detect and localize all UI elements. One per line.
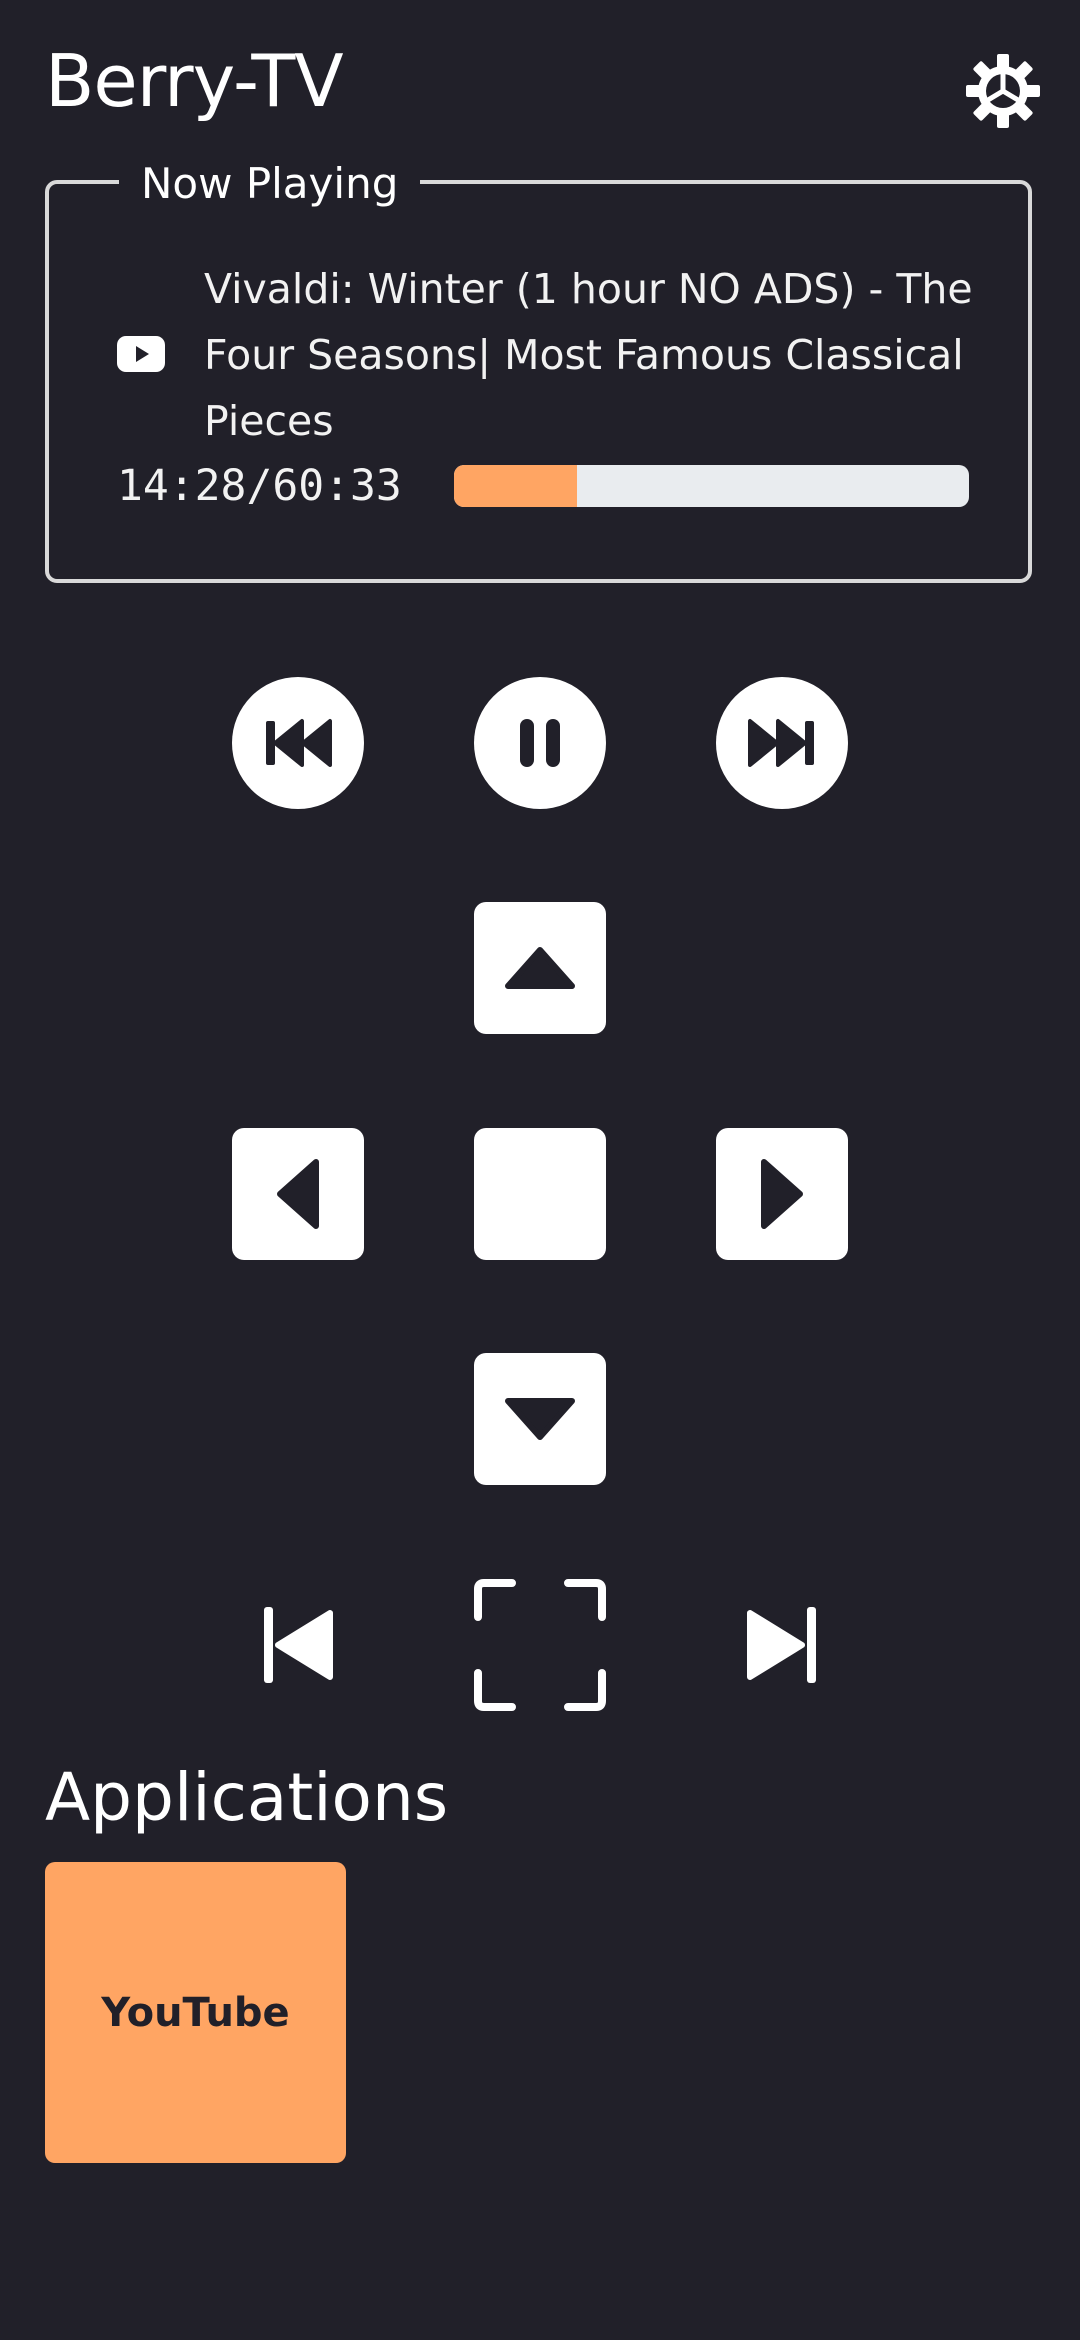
applications-heading: Applications (45, 1759, 449, 1836)
arrow-right-icon (761, 1159, 803, 1229)
left-button[interactable] (232, 1128, 364, 1260)
skip-previous-icon (264, 1607, 333, 1683)
now-playing-title: Vivaldi: Winter (1 hour NO ADS) - The Fo… (204, 265, 973, 445)
rewind-button[interactable] (232, 677, 364, 809)
skip-previous-button[interactable] (232, 1579, 364, 1711)
app-title: Berry-TV (45, 39, 344, 123)
arrow-left-icon (277, 1159, 319, 1229)
right-button[interactable] (716, 1128, 848, 1260)
skip-next-icon (747, 1607, 816, 1683)
gear-icon (966, 54, 1040, 128)
fullscreen-button[interactable] (474, 1579, 606, 1711)
pause-icon (520, 719, 560, 767)
up-button[interactable] (474, 902, 606, 1034)
now-playing-panel: Now Playing Vivaldi: Winter (1 hour NO A… (45, 154, 1032, 583)
fullscreen-icon (474, 1579, 606, 1711)
rewind-icon (266, 719, 332, 767)
arrow-down-icon (505, 1398, 575, 1440)
progress-bar[interactable] (454, 465, 969, 507)
skip-next-button[interactable] (716, 1579, 848, 1711)
progress-fill (454, 465, 578, 507)
ok-button[interactable] (474, 1128, 606, 1260)
fast-forward-button[interactable] (716, 677, 848, 809)
down-button[interactable] (474, 1353, 606, 1485)
settings-button[interactable] (966, 54, 1040, 128)
pause-button[interactable] (474, 677, 606, 809)
playback-time: 14:28/60:33 (117, 461, 402, 511)
youtube-icon (117, 336, 165, 372)
now-playing-legend: Now Playing (119, 154, 421, 214)
app-tile-label: YouTube (101, 1989, 290, 2036)
arrow-up-icon (505, 947, 575, 989)
app-tile-youtube[interactable]: YouTube (45, 1862, 346, 2163)
fast-forward-icon (748, 719, 814, 767)
